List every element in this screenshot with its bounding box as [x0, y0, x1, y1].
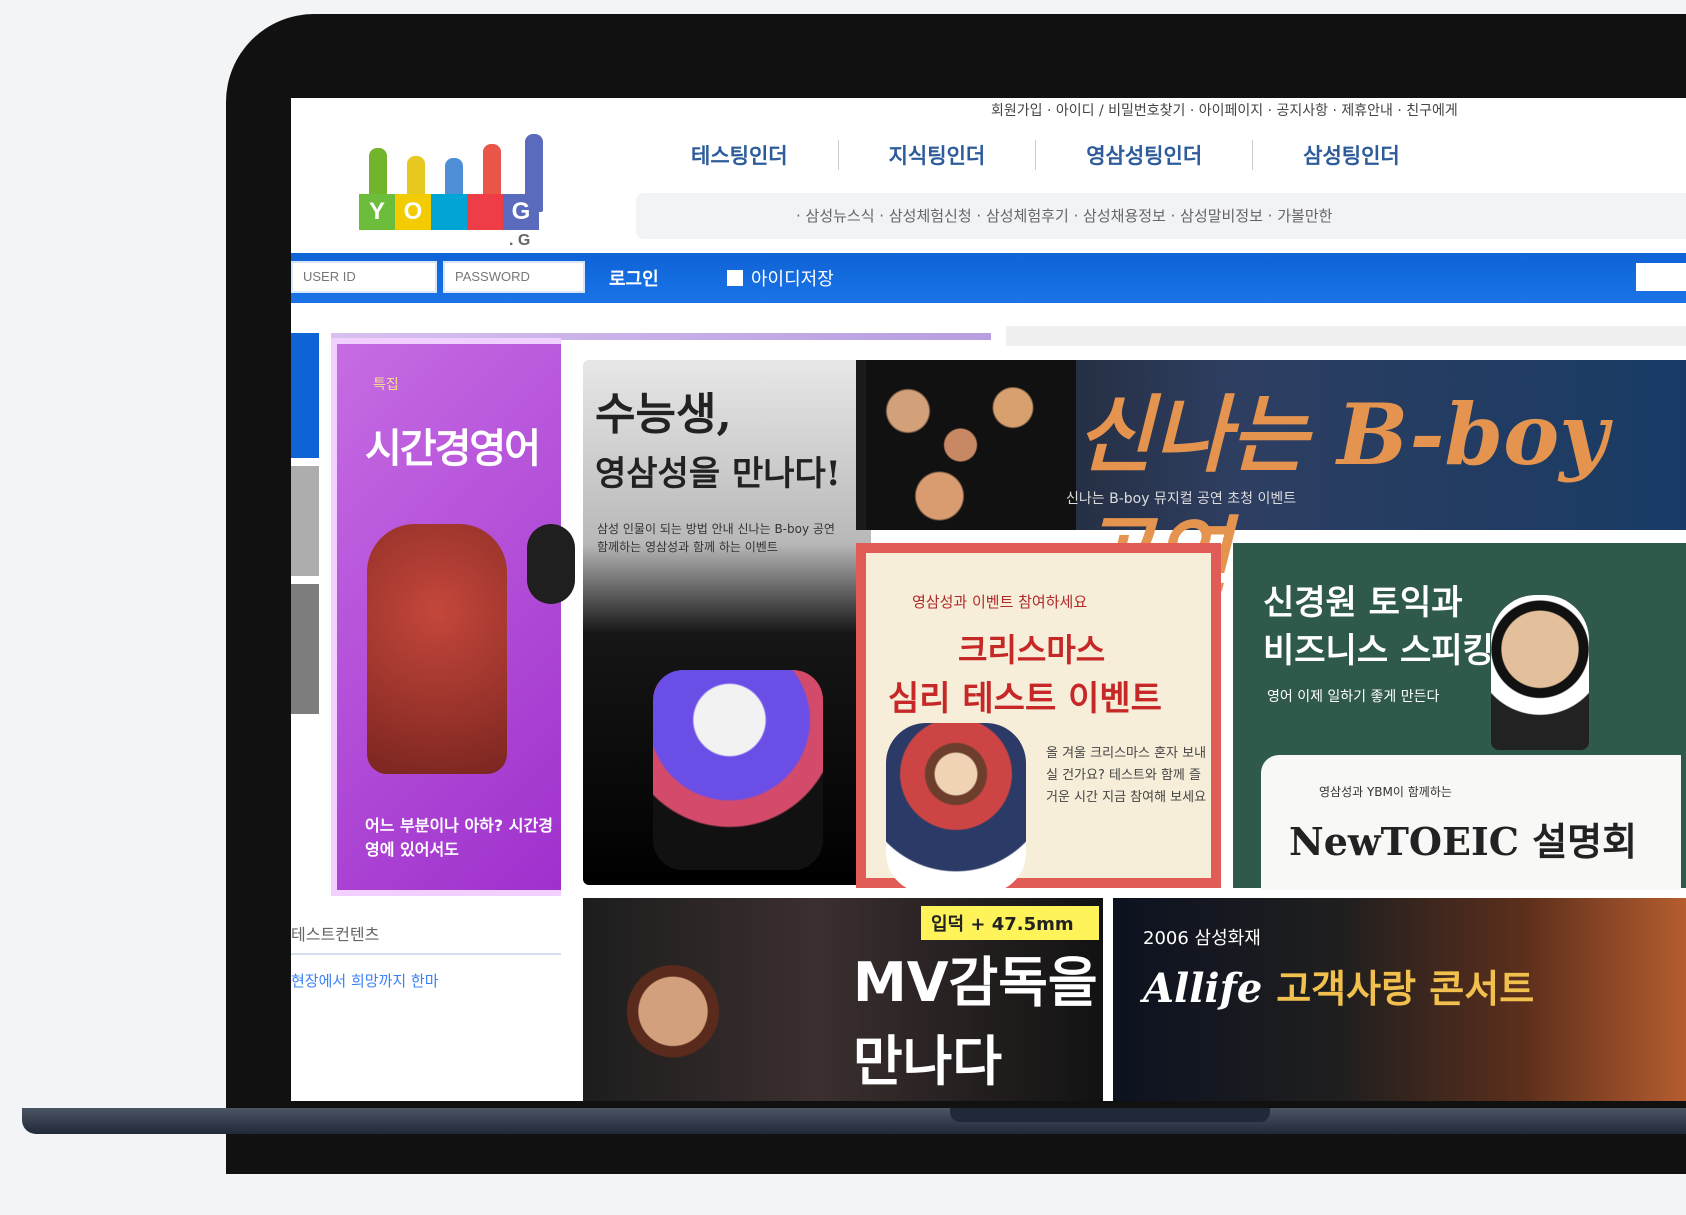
checkbox-icon[interactable]	[727, 270, 743, 286]
allife-title: Allife 고객사랑 콘서트	[1143, 958, 1534, 1013]
nav-item-young-samsung[interactable]: 영삼성팅인더	[1036, 140, 1254, 170]
news-item[interactable]: 현장에서 희망까지 한마	[291, 970, 439, 991]
allife-title-en: Allife	[1143, 965, 1263, 1012]
gray-tab-strip	[1006, 326, 1686, 346]
tab-young-samsung[interactable]	[291, 333, 319, 458]
toeic-line1: 신경원 토익과	[1263, 583, 1463, 623]
nav-item-knowledge[interactable]: 지식팅인더	[839, 140, 1037, 170]
left-tabs	[291, 333, 319, 714]
suneung-line2: 영삼성을 만나다!	[595, 454, 841, 494]
yog-logo[interactable]: Y O G . G	[359, 112, 569, 252]
allife-banner[interactable]: 2006 삼성화재 Allife 고객사랑 콘서트	[1113, 898, 1686, 1101]
logo-subtext: . G	[509, 232, 531, 249]
logo-letter-o: O	[395, 194, 431, 230]
toeic-banner[interactable]: 신경원 토익과 비즈니스 스피킹 영어 이제 일하기 좋게 만든다 영삼성과 Y…	[1233, 543, 1686, 890]
tab-main[interactable]	[291, 466, 319, 576]
panel-description: 어느 부분이나 아하? 시간경영에 있어서도	[365, 816, 553, 859]
tab-flag[interactable]	[291, 584, 319, 714]
logo-letter-y: Y	[359, 194, 395, 230]
suneung-line1: 수능생,	[595, 389, 732, 440]
panel-label: 특집	[373, 377, 399, 393]
devil-illustration	[367, 524, 507, 774]
nav-item-samsung[interactable]: 삼성팅인더	[1253, 140, 1450, 170]
bboy-subtitle: 신나는 B-boy 뮤지컬 공연 초청 이벤트	[1066, 491, 1297, 507]
password-field[interactable]: PASSWORD	[443, 261, 585, 293]
allife-title-ko: 고객사랑 콘서트	[1276, 967, 1535, 1011]
logo-block	[431, 194, 467, 230]
nav-item-test[interactable]: 테스팅인더	[641, 140, 839, 170]
logo-block	[467, 194, 503, 230]
speech-bubble-icon	[527, 524, 575, 604]
contest-section[interactable]: 테스트컨텐츠	[291, 913, 561, 955]
top-links[interactable]: 회원가입 · 아이디 / 비밀번호찾기 · 아이페이지 · 공지사항 · 제휴안…	[991, 100, 1458, 120]
feature-panel[interactable]: 특집 시간경영어 어느 부분이나 아하? 시간경영에 있어서도	[331, 338, 575, 896]
christmas-title1: 크리스마스	[958, 631, 1106, 669]
person-photo	[603, 938, 743, 1101]
christmas-top: 영삼성과 이벤트 참여하세요	[912, 593, 1088, 611]
laptop-notch	[950, 1108, 1270, 1122]
toeic-line2: 비즈니스 스피킹	[1263, 631, 1494, 671]
allife-year: 2006 삼성화재	[1143, 928, 1261, 949]
sub-nav: · 삼성뉴스식 · 삼성체험신청 · 삼성체험후기 · 삼성채용정보 · 삼성말…	[636, 193, 1686, 239]
toeic-board: 영삼성과 YBM이 함께하는 NewTOEIC 설명회	[1261, 755, 1681, 890]
contest-label: 테스트컨텐츠	[291, 925, 380, 944]
search-input[interactable]	[1636, 263, 1686, 291]
christmas-banner[interactable]: 영삼성과 이벤트 참여하세요 크리스마스 심리 테스트 이벤트 올 겨울 크리스…	[856, 543, 1221, 893]
login-bar: USER ID PASSWORD 로그인 아이디저장	[291, 253, 1686, 303]
browser-screen: Y O G . G 회원가입 · 아이디 / 비밀번호찾기 · 아이페이지 · …	[291, 98, 1686, 1101]
toeic-board-small: 영삼성과 YBM이 함께하는	[1319, 785, 1452, 799]
laptop-base	[22, 1108, 1686, 1134]
toeic-board-big: NewTOEIC 설명회	[1289, 819, 1638, 864]
speaker-photo	[1491, 595, 1589, 750]
mv-title: MV감독을 만나다	[853, 951, 1098, 1093]
dancer-illustration	[653, 670, 823, 870]
suneung-banner[interactable]: 수능생, 영삼성을 만나다! 삼성 인물이 되는 방법 안내 신나는 B-boy…	[583, 360, 871, 885]
logo-letter-g: G	[503, 194, 539, 230]
panel-title: 시간경영어	[365, 426, 541, 472]
main-nav: 테스팅인더 지식팅인더 영삼성팅인더 삼성팅인더	[641, 140, 1450, 170]
group-photo	[866, 360, 1076, 530]
remember-label: 아이디저장	[751, 269, 834, 290]
toeic-small: 영어 이제 일하기 좋게 만든다	[1267, 689, 1440, 705]
remember-id[interactable]: 아이디저장	[727, 265, 834, 291]
couple-illustration	[886, 723, 1026, 893]
bboy-banner[interactable]: 신나는 B-boy 공연 신나는 B-boy 뮤지컬 공연 초청 이벤트	[856, 360, 1686, 605]
suneung-text: 삼성 인물이 되는 방법 안내 신나는 B-boy 공연 함께하는 영삼성과 함…	[597, 522, 835, 554]
user-id-field[interactable]: USER ID	[291, 261, 437, 293]
login-button[interactable]: 로그인	[609, 265, 659, 291]
christmas-title2: 심리 테스트 이벤트	[888, 679, 1162, 719]
christmas-message: 올 겨울 크리스마스 혼자 보내실 건가요? 테스트와 함께 즐거운 시간 지금…	[1046, 746, 1207, 805]
mv-tag: 입덕 + 47.5mm	[921, 906, 1099, 940]
mv-banner[interactable]: 입덕 + 47.5mm MV감독을 만나다	[583, 898, 1103, 1101]
sub-nav-links[interactable]: · 삼성뉴스식 · 삼성체험신청 · 삼성체험후기 · 삼성채용정보 · 삼성말…	[796, 205, 1332, 226]
